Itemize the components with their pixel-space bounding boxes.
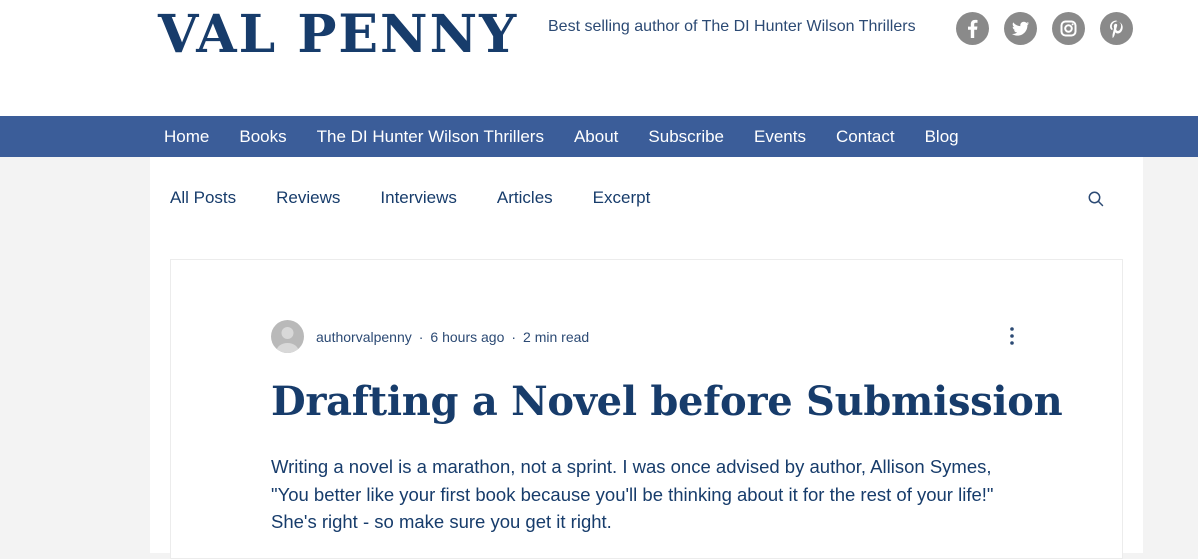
nav-item-about[interactable]: About <box>574 127 618 147</box>
category-excerpt[interactable]: Excerpt <box>593 188 651 208</box>
category-interviews[interactable]: Interviews <box>380 188 457 208</box>
post-time-ago: 6 hours ago <box>430 328 505 345</box>
facebook-icon[interactable] <box>956 12 989 45</box>
category-articles[interactable]: Articles <box>497 188 553 208</box>
post-excerpt[interactable]: Writing a novel is a marathon, not a spr… <box>271 453 1031 536</box>
author-avatar[interactable] <box>271 320 304 353</box>
blog-category-menu: All Posts Reviews Interviews Articles Ex… <box>170 188 690 208</box>
nav-item-blog[interactable]: Blog <box>925 127 959 147</box>
post-meta: authorvalpenny · 6 hours ago · 2 min rea… <box>271 320 589 353</box>
instagram-icon[interactable] <box>1052 12 1085 45</box>
nav-item-home[interactable]: Home <box>164 127 209 147</box>
nav-item-di-hunter-wilson-thrillers[interactable]: The DI Hunter Wilson Thrillers <box>317 127 544 147</box>
category-all-posts[interactable]: All Posts <box>170 188 236 208</box>
nav-item-events[interactable]: Events <box>754 127 806 147</box>
meta-separator: · <box>511 328 517 345</box>
twitter-icon[interactable] <box>1004 12 1037 45</box>
site-logo[interactable]: VAL PENNY <box>158 4 518 65</box>
category-reviews[interactable]: Reviews <box>276 188 340 208</box>
author-name[interactable]: authorvalpenny <box>316 329 412 345</box>
pinterest-icon[interactable] <box>1100 12 1133 45</box>
post-title[interactable]: Drafting a Novel before Submission <box>271 378 1063 425</box>
meta-separator: · <box>418 328 424 345</box>
nav-item-contact[interactable]: Contact <box>836 127 895 147</box>
main-nav: Home Books The DI Hunter Wilson Thriller… <box>0 116 1198 157</box>
more-options-icon[interactable] <box>1005 326 1019 346</box>
site-header: VAL PENNY Best selling author of The DI … <box>0 0 1198 116</box>
post-card[interactable]: authorvalpenny · 6 hours ago · 2 min rea… <box>170 259 1123 559</box>
social-bar <box>956 12 1133 45</box>
search-icon[interactable] <box>1087 190 1105 208</box>
nav-item-subscribe[interactable]: Subscribe <box>648 127 724 147</box>
nav-item-books[interactable]: Books <box>239 127 286 147</box>
blog-panel: All Posts Reviews Interviews Articles Ex… <box>150 157 1143 559</box>
main-nav-list: Home Books The DI Hunter Wilson Thriller… <box>164 116 989 157</box>
site-tagline: Best selling author of The DI Hunter Wil… <box>548 18 916 35</box>
post-read-time: 2 min read <box>523 328 590 345</box>
